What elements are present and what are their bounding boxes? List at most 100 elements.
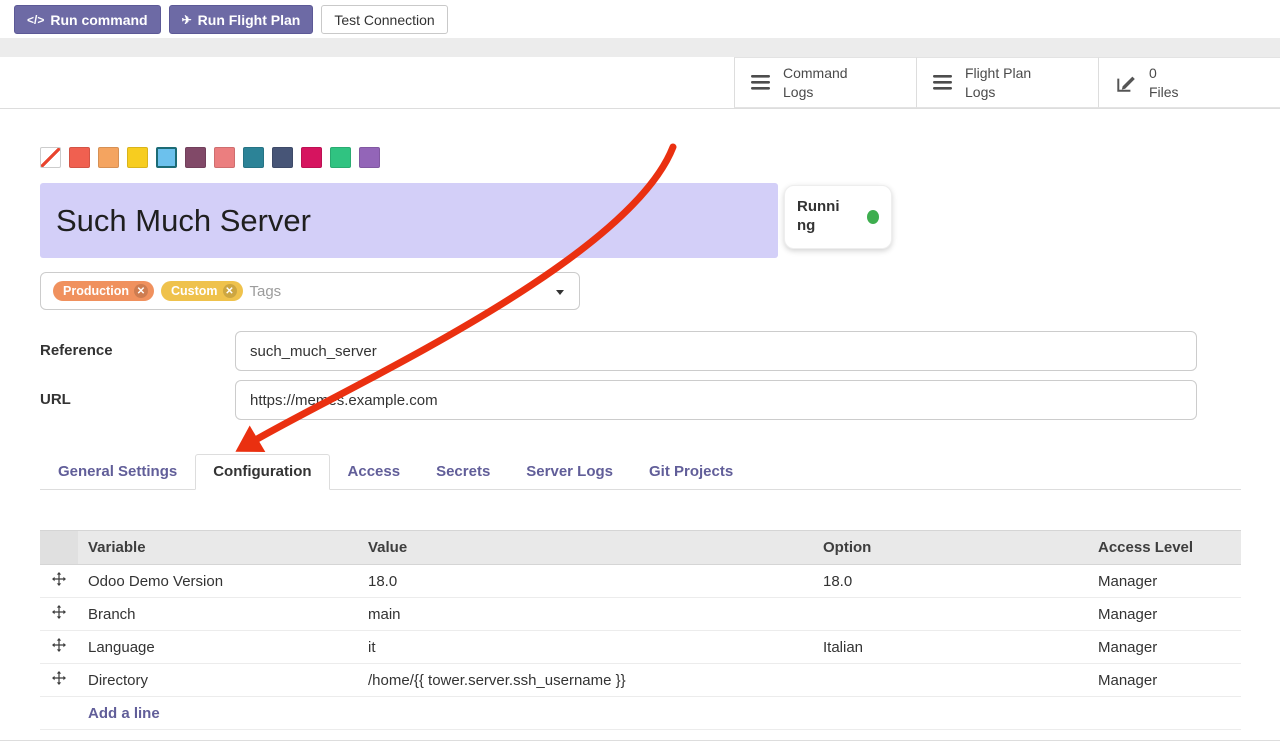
files-button[interactable]: 0 Files [1098, 57, 1280, 108]
url-input[interactable] [235, 380, 1197, 420]
color-swatch-2[interactable] [98, 147, 119, 168]
test-connection-button[interactable]: Test Connection [321, 5, 447, 34]
table-row: Directory /home/{{ tower.server.ssh_user… [40, 664, 1241, 697]
color-swatch-9[interactable] [301, 147, 322, 168]
color-swatch-4[interactable] [156, 147, 177, 168]
cell-option[interactable]: 18.0 [813, 565, 1088, 598]
configuration-table: Variable Value Option Access Level Odoo … [40, 530, 1241, 730]
table-row: Language it Italian Manager [40, 631, 1241, 664]
move-icon [52, 605, 66, 619]
cell-option[interactable] [813, 664, 1088, 697]
server-name-input[interactable] [40, 183, 778, 258]
code-icon: </> [27, 13, 44, 27]
tab-server-logs[interactable]: Server Logs [508, 454, 631, 489]
add-line-row: Add a line [40, 697, 1241, 730]
cell-value[interactable]: 18.0 [358, 565, 813, 598]
cell-option[interactable] [813, 598, 1088, 631]
column-header-access-level: Access Level [1088, 531, 1241, 565]
table-header-row: Variable Value Option Access Level [40, 531, 1241, 565]
tag-label: Production [63, 284, 129, 298]
table-row: Odoo Demo Version 18.0 18.0 Manager [40, 565, 1241, 598]
color-swatch-6[interactable] [214, 147, 235, 168]
gray-divider-strip [0, 38, 1280, 57]
flight-plan-logs-label-line2: Logs [965, 83, 1031, 101]
remove-tag-icon[interactable]: ✕ [134, 284, 148, 298]
cell-value[interactable]: /home/{{ tower.server.ssh_username }} [358, 664, 813, 697]
column-header-variable: Variable [78, 531, 358, 565]
command-logs-button[interactable]: Command Logs [734, 57, 916, 108]
move-icon [52, 671, 66, 685]
tab-general-settings[interactable]: General Settings [40, 454, 195, 489]
paper-plane-icon: ✈ [182, 13, 192, 27]
table-row: Branch main Manager [40, 598, 1241, 631]
chevron-down-icon[interactable] [556, 290, 564, 295]
url-field-row: URL [40, 380, 1241, 420]
tag-pill-production[interactable]: Production ✕ [53, 281, 154, 301]
title-row: Running [40, 183, 1241, 258]
run-flight-plan-label: Run Flight Plan [198, 12, 301, 28]
color-swatch-7[interactable] [243, 147, 264, 168]
remove-tag-icon[interactable]: ✕ [223, 284, 237, 298]
cell-variable[interactable]: Directory [78, 664, 358, 697]
test-connection-label: Test Connection [334, 12, 434, 28]
move-icon [52, 638, 66, 652]
status-widget[interactable]: Running [784, 185, 892, 249]
color-swatch-10[interactable] [330, 147, 351, 168]
command-logs-label-line2: Logs [783, 83, 848, 101]
tab-secrets[interactable]: Secrets [418, 454, 508, 489]
url-label: URL [40, 380, 235, 408]
color-swatch-1[interactable] [69, 147, 90, 168]
top-toolbar: </> Run command ✈ Run Flight Plan Test C… [0, 0, 1280, 38]
header-band: Command Logs Flight Plan Logs 0 Files [0, 57, 1280, 109]
tag-label: Custom [171, 284, 218, 298]
column-header-option: Option [813, 531, 1088, 565]
cell-access-level[interactable]: Manager [1088, 631, 1241, 664]
color-swatch-8[interactable] [272, 147, 293, 168]
cell-option[interactable]: Italian [813, 631, 1088, 664]
handle-column-header [40, 531, 78, 565]
tab-access[interactable]: Access [330, 454, 419, 489]
move-icon [52, 572, 66, 586]
run-command-button[interactable]: </> Run command [14, 5, 161, 34]
column-header-value: Value [358, 531, 813, 565]
list-icon [751, 74, 771, 91]
page-bottom-rule [0, 740, 1280, 741]
cell-access-level[interactable]: Manager [1088, 598, 1241, 631]
status-label: Running [797, 198, 843, 236]
drag-handle[interactable] [40, 598, 78, 631]
drag-handle[interactable] [40, 664, 78, 697]
tab-git-projects[interactable]: Git Projects [631, 454, 751, 489]
reference-field-row: Reference [40, 331, 1241, 371]
edit-icon [1115, 72, 1137, 94]
tags-input[interactable]: Production ✕ Custom ✕ Tags [40, 272, 580, 310]
notebook-tabs: General Settings Configuration Access Se… [40, 454, 1241, 490]
reference-label: Reference [40, 331, 235, 359]
color-swatch-5[interactable] [185, 147, 206, 168]
files-label: Files [1149, 83, 1179, 101]
command-logs-label-line1: Command [783, 64, 848, 82]
cell-access-level[interactable]: Manager [1088, 664, 1241, 697]
tags-placeholder: Tags [250, 283, 282, 300]
status-dot [867, 210, 879, 224]
color-swatches [40, 147, 1241, 168]
flight-plan-logs-button[interactable]: Flight Plan Logs [916, 57, 1098, 108]
cell-variable[interactable]: Odoo Demo Version [78, 565, 358, 598]
flight-plan-logs-label-line1: Flight Plan [965, 64, 1031, 82]
cell-value[interactable]: main [358, 598, 813, 631]
cell-access-level[interactable]: Manager [1088, 565, 1241, 598]
color-swatch-3[interactable] [127, 147, 148, 168]
drag-handle[interactable] [40, 631, 78, 664]
run-flight-plan-button[interactable]: ✈ Run Flight Plan [169, 5, 314, 34]
color-swatch-0[interactable] [40, 147, 61, 168]
tag-pill-custom[interactable]: Custom ✕ [161, 281, 243, 301]
drag-handle[interactable] [40, 565, 78, 598]
color-swatch-11[interactable] [359, 147, 380, 168]
reference-input[interactable] [235, 331, 1197, 371]
tab-configuration[interactable]: Configuration [195, 454, 329, 490]
files-count: 0 [1149, 64, 1179, 82]
cell-variable[interactable]: Language [78, 631, 358, 664]
cell-value[interactable]: it [358, 631, 813, 664]
add-line-link[interactable]: Add a line [88, 705, 160, 722]
cell-variable[interactable]: Branch [78, 598, 358, 631]
list-icon [933, 74, 953, 91]
